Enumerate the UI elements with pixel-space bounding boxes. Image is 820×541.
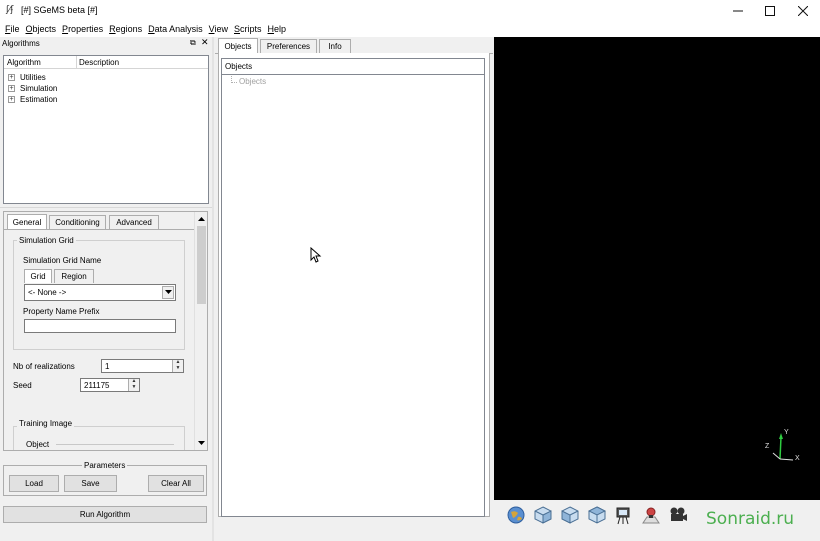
parameters-group-label: Parameters bbox=[82, 461, 128, 470]
tree-item-label: Utilities bbox=[20, 73, 46, 82]
dropdown-button[interactable] bbox=[162, 286, 174, 299]
menu-data-analysis[interactable]: Data Analysis bbox=[145, 22, 206, 37]
column-header-algorithm[interactable]: Algorithm bbox=[7, 58, 77, 69]
screenshot-icon[interactable] bbox=[640, 504, 662, 526]
algorithms-dock-title: Algorithms bbox=[2, 39, 40, 48]
seed-label: Seed bbox=[13, 381, 32, 390]
menu-view[interactable]: View bbox=[206, 22, 231, 37]
maximize-button[interactable] bbox=[754, 0, 786, 22]
tab-objects[interactable]: Objects bbox=[218, 38, 258, 53]
axis-y-label: Y bbox=[784, 429, 789, 436]
scroll-up-arrow[interactable] bbox=[196, 214, 207, 224]
objects-tree-root[interactable]: Objects bbox=[239, 77, 266, 86]
params-scrollbar[interactable] bbox=[194, 212, 207, 450]
training-object-label: Object bbox=[26, 440, 50, 449]
training-image-group-label: Training Image bbox=[17, 419, 75, 428]
menu-help[interactable]: Help bbox=[265, 22, 290, 37]
viewer-toolbar: Sonraid.ru bbox=[494, 500, 820, 541]
chevron-down-icon bbox=[164, 290, 172, 294]
simulation-grid-group-label: Simulation Grid bbox=[17, 236, 76, 245]
tab-info[interactable]: Info bbox=[319, 39, 351, 53]
tree-item-label: Simulation bbox=[20, 84, 58, 93]
axis-x-label: X bbox=[795, 455, 800, 462]
close-dock-icon[interactable]: ✕ bbox=[201, 37, 209, 48]
chevron-down-icon bbox=[198, 441, 205, 445]
objects-column-header: Objects bbox=[225, 62, 253, 71]
spin-down-icon: ▼ bbox=[131, 384, 137, 390]
menu-objects[interactable]: Objects bbox=[23, 22, 60, 37]
simulation-grid-name-label: Simulation Grid Name bbox=[23, 256, 102, 265]
spin-buttons[interactable]: ▲ ▼ bbox=[172, 360, 183, 372]
expand-icon[interactable]: + bbox=[8, 85, 15, 92]
close-button[interactable] bbox=[787, 0, 819, 22]
run-algorithm-button[interactable]: Run Algorithm bbox=[3, 506, 207, 523]
tab-conditioning[interactable]: Conditioning bbox=[49, 215, 106, 229]
scroll-thumb[interactable] bbox=[197, 226, 206, 304]
menu-scripts[interactable]: Scripts bbox=[231, 22, 265, 37]
algorithms-tree[interactable]: Algorithm Description + Utilities + Simu… bbox=[3, 55, 209, 204]
globe-view-icon[interactable] bbox=[505, 504, 527, 526]
seed-spinbox[interactable]: 211175 ▲ ▼ bbox=[80, 378, 140, 392]
menu-properties[interactable]: Properties bbox=[59, 22, 106, 37]
tree-item-label: Estimation bbox=[20, 95, 58, 104]
camera-snapshot-icon[interactable] bbox=[613, 504, 635, 526]
grid-select-value: <- None -> bbox=[28, 288, 67, 297]
seed-value: 211175 bbox=[84, 381, 110, 390]
sgems-icon: ʃ⁄ʄ bbox=[6, 5, 14, 15]
movie-camera-icon[interactable] bbox=[667, 504, 689, 526]
minimize-button[interactable] bbox=[722, 0, 754, 22]
watermark: Sonraid.ru bbox=[706, 509, 795, 529]
clear-all-button[interactable]: Clear All bbox=[148, 475, 204, 492]
objects-tree[interactable]: Objects Objects bbox=[221, 58, 485, 517]
maximize-icon bbox=[765, 6, 775, 16]
property-prefix-input[interactable] bbox=[24, 319, 176, 333]
subtab-region[interactable]: Region bbox=[54, 269, 94, 283]
spin-buttons[interactable]: ▲ ▼ bbox=[128, 379, 139, 391]
scroll-down-arrow[interactable] bbox=[196, 438, 207, 448]
grid-select[interactable]: <- None -> bbox=[24, 284, 176, 301]
expand-icon[interactable]: + bbox=[8, 74, 15, 81]
close-icon bbox=[798, 6, 808, 16]
nb-realizations-value: 1 bbox=[105, 362, 110, 371]
tab-preferences[interactable]: Preferences bbox=[260, 39, 317, 53]
objects-tree-header[interactable]: Objects bbox=[222, 59, 484, 75]
column-header-description[interactable]: Description bbox=[79, 58, 119, 67]
algorithms-tree-header: Algorithm Description bbox=[4, 56, 208, 69]
menu-regions[interactable]: Regions bbox=[106, 22, 145, 37]
3d-viewer[interactable]: Y Z X bbox=[494, 37, 820, 500]
cube-side-icon[interactable] bbox=[559, 504, 581, 526]
menu-bar: File Objects Properties Regions Data Ana… bbox=[0, 22, 820, 37]
window-title: [#] SGeMS beta [#] bbox=[21, 5, 98, 15]
expand-icon[interactable]: + bbox=[8, 96, 15, 103]
subtab-grid[interactable]: Grid bbox=[24, 269, 52, 283]
nb-realizations-label: Nb of realizations bbox=[13, 362, 75, 371]
tab-advanced[interactable]: Advanced bbox=[109, 215, 159, 229]
spin-down-icon: ▼ bbox=[175, 365, 181, 371]
minimize-icon bbox=[733, 10, 743, 12]
title-bar: ʃ⁄ʄ [#] SGeMS beta [#] bbox=[0, 0, 820, 22]
training-object-field[interactable] bbox=[56, 444, 174, 445]
cube-front-icon[interactable] bbox=[532, 504, 554, 526]
tab-general[interactable]: General bbox=[7, 214, 47, 229]
cube-top-icon[interactable] bbox=[586, 504, 608, 526]
chevron-up-icon bbox=[198, 217, 205, 221]
algorithm-params-panel: General Conditioning Advanced Simulation… bbox=[3, 211, 208, 451]
float-dock-icon[interactable]: ⧉ bbox=[190, 38, 196, 48]
save-button[interactable]: Save bbox=[64, 475, 117, 492]
tree-branch-line bbox=[231, 76, 237, 83]
axis-z-label: Z bbox=[765, 443, 770, 450]
load-button[interactable]: Load bbox=[9, 475, 59, 492]
menu-file[interactable]: File bbox=[2, 22, 23, 37]
objects-panel: Objects Preferences Info Objects Objects bbox=[215, 37, 493, 541]
arrow-cursor-icon bbox=[310, 247, 322, 263]
algorithms-dock-header: Algorithms ⧉ ✕ bbox=[0, 37, 212, 50]
nb-realizations-spinbox[interactable]: 1 ▲ ▼ bbox=[101, 359, 184, 373]
property-prefix-label: Property Name Prefix bbox=[23, 307, 100, 316]
